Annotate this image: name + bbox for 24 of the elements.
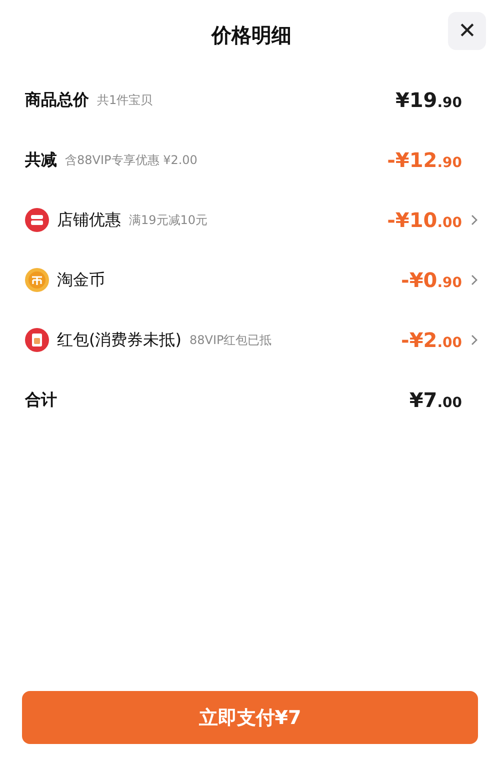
price-amount: -¥10.00 [387, 208, 462, 232]
chevron-right-icon[interactable] [470, 334, 478, 346]
price-amount: -¥12.90 [387, 148, 462, 172]
price-amount: ¥19.90 [395, 88, 462, 112]
shop-icon [25, 208, 49, 232]
price-amount: ¥7.00 [409, 388, 462, 412]
coin-icon [25, 268, 49, 292]
sheet-title: 价格明细 [212, 22, 292, 48]
row-label: 店铺优惠 [57, 210, 121, 230]
row-label: 商品总价 [25, 90, 89, 110]
close-button[interactable]: ✕ [448, 12, 486, 50]
chevron-right-icon[interactable] [470, 274, 478, 286]
price-amount: -¥0.90 [401, 268, 462, 292]
row-label: 合计 [25, 390, 57, 410]
row-label: 共减 [25, 150, 57, 170]
price-amount: -¥2.00 [401, 328, 462, 352]
row-note: 满19元减10元 [129, 212, 208, 228]
row-note: 88VIP红包已抵 [189, 332, 272, 348]
row-note: 共1件宝贝 [97, 92, 153, 108]
row-label: 红包(消费券未抵) [57, 330, 182, 350]
chevron-right-icon[interactable] [470, 214, 478, 226]
envelope-icon [25, 328, 49, 352]
row-note: 含88VIP专享优惠 ¥2.00 [65, 152, 198, 168]
row-label: 淘金币 [57, 270, 105, 290]
